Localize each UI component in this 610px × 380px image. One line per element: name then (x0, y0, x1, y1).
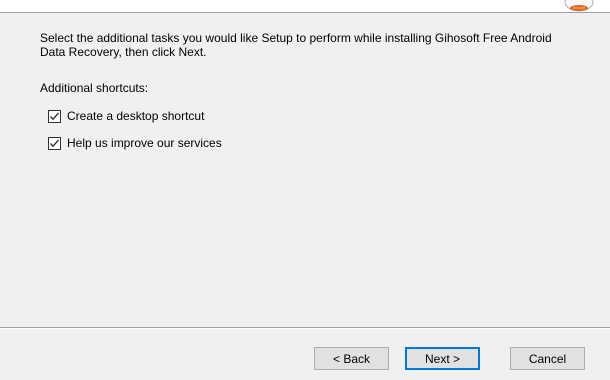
cancel-button[interactable]: Cancel (510, 347, 585, 370)
checkbox-checked-icon[interactable] (48, 109, 61, 123)
checkbox-checked-icon[interactable] (48, 136, 61, 150)
improve-services-checkbox[interactable]: Help us improve our services (48, 135, 222, 151)
back-button[interactable]: < Back (314, 347, 389, 370)
wizard-header (0, 0, 610, 12)
section-label: Additional shortcuts: (40, 81, 149, 95)
desktop-shortcut-checkbox[interactable]: Create a desktop shortcut (48, 108, 204, 124)
improve-services-label: Help us improve our services (67, 136, 222, 150)
content-panel: Select the additional tasks you would li… (0, 13, 610, 327)
next-button[interactable]: Next > (405, 347, 480, 370)
wizard-footer: < Back Next > Cancel (0, 329, 610, 380)
task-description: Select the additional tasks you would li… (40, 31, 552, 59)
installer-logo-icon (555, 0, 595, 12)
desktop-shortcut-label: Create a desktop shortcut (67, 109, 205, 123)
